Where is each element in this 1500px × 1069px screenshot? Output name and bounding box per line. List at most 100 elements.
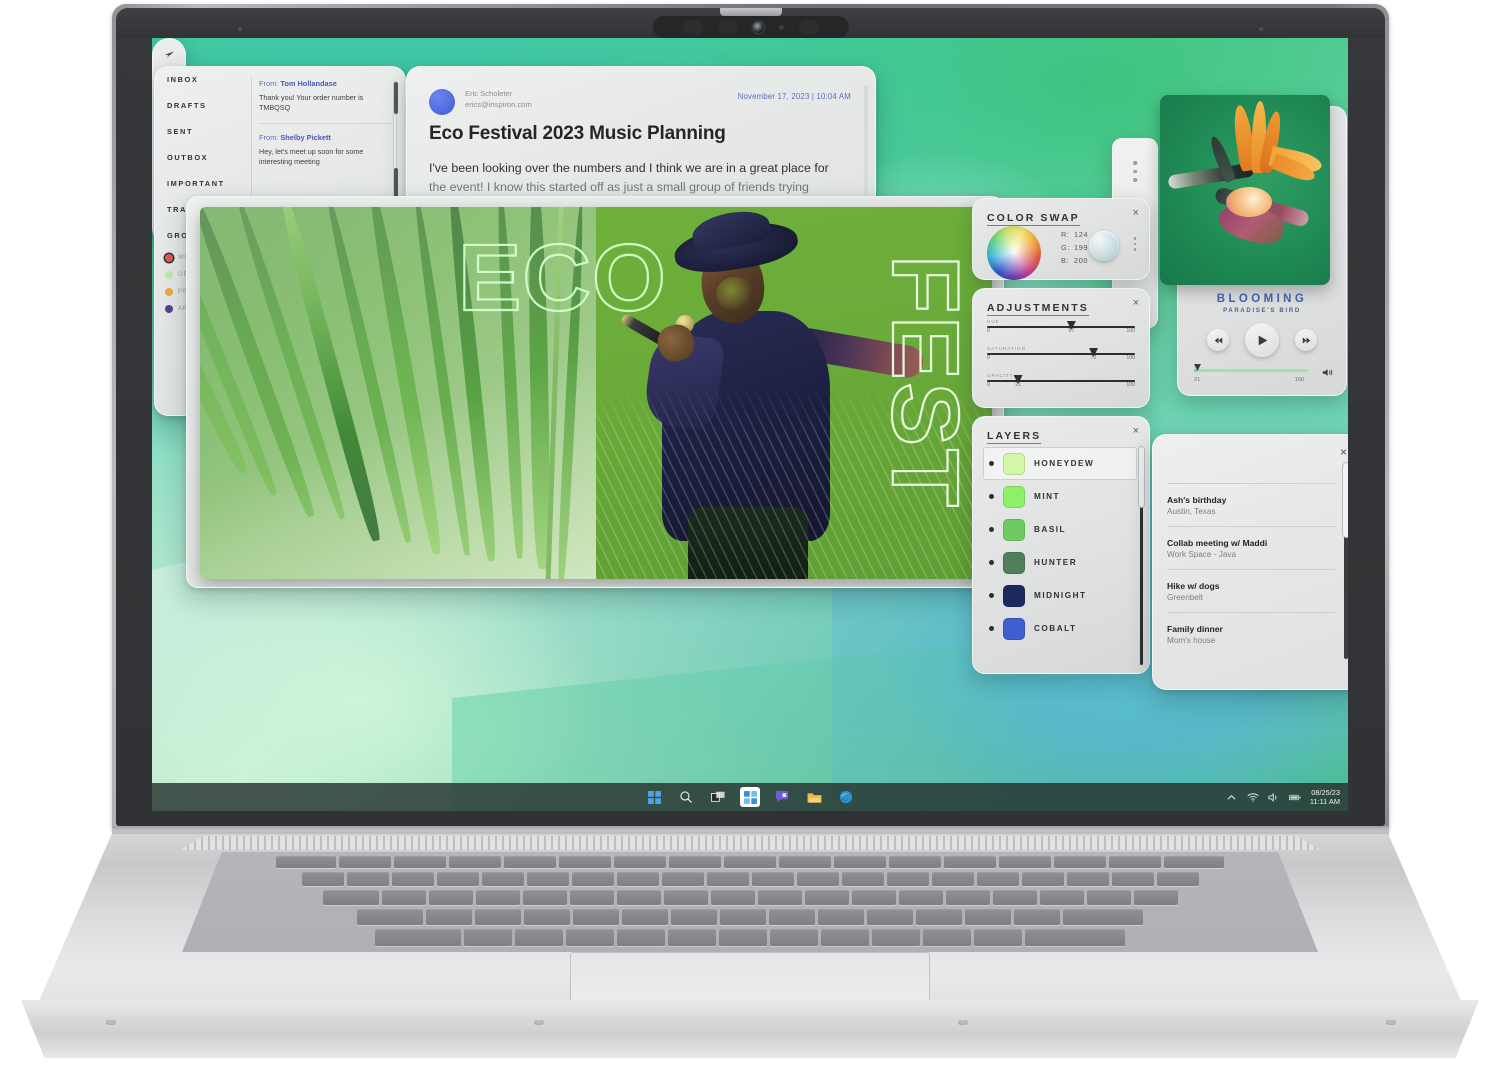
music-player-widget[interactable]: BLOOMING PARADISE'S BIRD 21 100 xyxy=(1160,95,1347,396)
keyboard-row-shift xyxy=(182,929,1318,946)
clock-widget[interactable]: 08/25/23 11:11 AM xyxy=(1310,788,1340,807)
base-screw-3 xyxy=(958,1020,968,1025)
color-wheel[interactable] xyxy=(987,226,1041,280)
next-button[interactable] xyxy=(1295,329,1317,351)
start-button[interactable] xyxy=(644,787,664,807)
progress-current: 21 xyxy=(1194,377,1201,383)
layer-color-chip[interactable] xyxy=(1003,551,1025,574)
body-line-2: the event! I know this started off as ju… xyxy=(429,180,809,195)
message-timestamp: November 17, 2023 | 10:04 AM xyxy=(737,92,851,101)
sidebar-item-sent[interactable]: SENT xyxy=(155,119,251,145)
list-item[interactable]: MINT xyxy=(983,480,1137,513)
keyboard-row-numbers xyxy=(182,872,1318,886)
adjustments-title: ADJUSTMENTS xyxy=(987,302,1089,316)
layer-visibility-icon[interactable] xyxy=(989,593,994,598)
slider-value-hue: 57 xyxy=(1068,328,1075,334)
layer-name: COBALT xyxy=(1034,624,1077,633)
list-item[interactable]: Family dinner Mom's house xyxy=(1167,612,1335,655)
layers-panel[interactable]: LAYERS × HONEYDEW MINT BASIL HUNTER MIDN… xyxy=(972,416,1150,674)
color-swap-panel[interactable]: COLOR SWAP × R: 124 G: 199 B: 200 xyxy=(972,198,1150,280)
taskbar[interactable]: 08/25/23 11:11 AM xyxy=(152,783,1348,811)
layer-visibility-icon[interactable] xyxy=(989,560,994,565)
scrollbar-thumb[interactable] xyxy=(1342,463,1348,537)
layer-color-chip[interactable] xyxy=(1003,617,1025,640)
close-icon[interactable]: × xyxy=(1340,445,1347,459)
panel-options-dots-icon[interactable] xyxy=(1133,237,1136,251)
rgb-value-b: 200 xyxy=(1074,255,1089,265)
list-item[interactable]: COBALT xyxy=(983,612,1137,645)
progress-slider[interactable] xyxy=(1194,364,1330,373)
layers-scrollbar[interactable] xyxy=(1139,447,1144,665)
search-button[interactable] xyxy=(676,787,696,807)
list-item[interactable]: From: Shelby Pickett Hey, let's meet up … xyxy=(259,133,391,168)
sidebar-item-inbox[interactable]: INBOX xyxy=(155,67,251,93)
edge-browser-button[interactable] xyxy=(836,787,856,807)
task-view-button[interactable] xyxy=(708,787,728,807)
list-item[interactable]: Collab meeting w/ Maddi Work Space - Jav… xyxy=(1167,526,1335,569)
volume-icon[interactable] xyxy=(1268,791,1280,803)
slider-opacity[interactable]: OPACITY 0 21 100 xyxy=(987,373,1135,390)
tray-overflow-icon[interactable] xyxy=(1226,791,1238,803)
system-tray[interactable]: 08/25/23 11:11 AM xyxy=(1226,783,1340,811)
keyboard-row-function xyxy=(182,856,1318,868)
close-icon[interactable]: × xyxy=(1133,207,1139,219)
slider-hue[interactable]: HUE 0 57 100 xyxy=(987,319,1135,336)
layer-color-chip[interactable] xyxy=(1003,485,1025,508)
playback-controls[interactable] xyxy=(1178,323,1346,357)
layer-visibility-icon[interactable] xyxy=(989,626,994,631)
calendar-events-window[interactable]: × Ash's birthday Austin, Texas Collab me… xyxy=(1152,434,1348,690)
list-item[interactable]: From: Tom Hollandase Thank you! Your ord… xyxy=(259,79,391,114)
list-item[interactable]: HONEYDEW xyxy=(983,447,1137,480)
design-canvas-window[interactable]: ECO FEST xyxy=(186,196,1004,588)
design-canvas[interactable]: ECO FEST xyxy=(200,207,992,579)
cursor-tool-icon[interactable] xyxy=(157,45,181,66)
file-explorer-button[interactable] xyxy=(804,787,824,807)
scrollbar-thumb[interactable] xyxy=(1139,447,1144,507)
previous-button[interactable] xyxy=(1207,329,1229,351)
drag-handle-dots-icon[interactable] xyxy=(1133,161,1137,182)
mail-list-scrollbar[interactable] xyxy=(393,81,398,200)
layer-color-chip[interactable] xyxy=(1003,518,1025,541)
widgets-button[interactable] xyxy=(740,787,760,807)
events-scrollbar[interactable] xyxy=(1342,463,1348,659)
layers-list[interactable]: HONEYDEW MINT BASIL HUNTER MIDNIGHT COBA… xyxy=(983,447,1137,645)
wifi-icon[interactable] xyxy=(1247,791,1259,803)
laptop-front-edge xyxy=(20,1000,1480,1058)
sidebar-item-drafts[interactable]: DRAFTS xyxy=(155,93,251,119)
list-item[interactable]: Hike w/ dogs Greenbelt xyxy=(1167,569,1335,612)
close-icon[interactable]: × xyxy=(1133,297,1139,309)
slider-scale-hue: 0 57 100 xyxy=(987,328,1135,336)
event-title: Family dinner xyxy=(1167,624,1223,634)
adjustments-panel[interactable]: ADJUSTMENTS × HUE 0 57 100 SATURATION 0 … xyxy=(972,288,1150,408)
mail-message-list[interactable]: From: Tom Hollandase Thank you! Your ord… xyxy=(259,79,391,168)
list-item[interactable]: MIDNIGHT xyxy=(983,579,1137,612)
volume-icon[interactable] xyxy=(1322,365,1334,383)
event-location: Greenbelt xyxy=(1167,593,1203,602)
layer-color-chip[interactable] xyxy=(1003,452,1025,475)
play-button[interactable] xyxy=(1245,323,1279,357)
color-preview-knob[interactable] xyxy=(1089,231,1119,261)
progress-track[interactable] xyxy=(1194,369,1308,372)
close-icon[interactable]: × xyxy=(1133,425,1139,437)
chat-button[interactable] xyxy=(772,787,792,807)
slider-saturation[interactable]: SATURATION 0 72 100 xyxy=(987,346,1135,363)
list-item[interactable]: HUNTER xyxy=(983,546,1137,579)
list-item[interactable]: Ash's birthday Austin, Texas xyxy=(1167,483,1335,526)
sidebar-item-important[interactable]: IMPORTANT xyxy=(155,171,251,197)
layer-name: HONEYDEW xyxy=(1034,459,1095,468)
slider-scale-opacity: 0 21 100 xyxy=(987,382,1135,390)
layer-visibility-icon[interactable] xyxy=(989,527,994,532)
battery-icon[interactable] xyxy=(1288,791,1301,803)
sidebar-item-outbox[interactable]: OUTBOX xyxy=(155,145,251,171)
layer-visibility-icon[interactable] xyxy=(989,494,994,499)
scrollbar-thumb[interactable] xyxy=(394,82,398,114)
events-list[interactable]: Ash's birthday Austin, Texas Collab meet… xyxy=(1167,483,1335,655)
progress-max: 100 xyxy=(1294,377,1304,383)
list-item[interactable]: BASIL xyxy=(983,513,1137,546)
layer-color-chip[interactable] xyxy=(1003,584,1025,607)
sender-email: erics@inspiron.com xyxy=(465,100,532,109)
layer-visibility-icon[interactable] xyxy=(989,461,994,466)
slider-min-opacity: 0 xyxy=(987,382,990,388)
taskbar-items[interactable] xyxy=(644,787,856,807)
keyboard[interactable] xyxy=(182,852,1318,952)
